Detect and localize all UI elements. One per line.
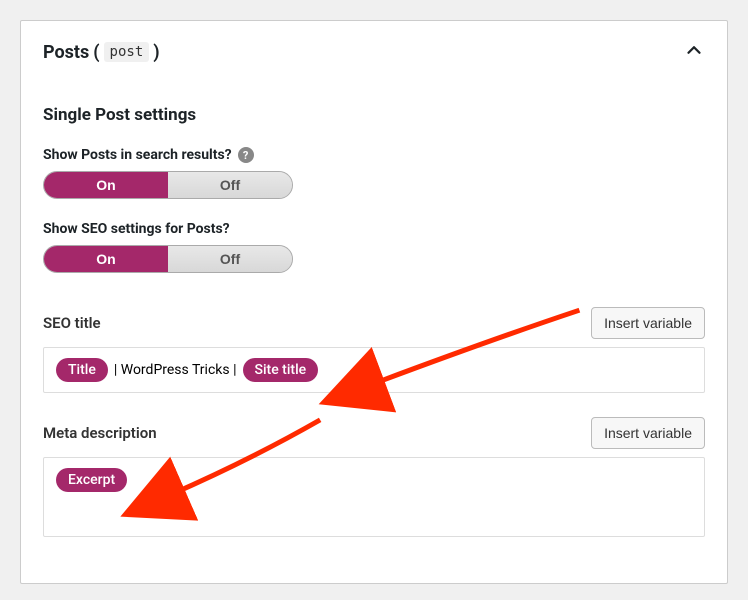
- section-title: Single Post settings: [43, 105, 705, 125]
- help-icon[interactable]: ?: [238, 147, 254, 163]
- post-type-slug: post: [104, 42, 150, 62]
- seo-title-field: SEO title Insert variable Title | WordPr…: [43, 307, 705, 393]
- show-seo-settings-toggle[interactable]: On Off: [43, 245, 293, 273]
- panel-title-text: Posts: [43, 42, 89, 63]
- seo-title-literal: | WordPress Tricks |: [114, 362, 237, 378]
- toggle-off-option[interactable]: Off: [168, 246, 292, 272]
- title-variable-pill[interactable]: Title: [56, 358, 108, 382]
- meta-description-label: Meta description: [43, 424, 157, 442]
- excerpt-variable-pill[interactable]: Excerpt: [56, 468, 127, 492]
- field-label: Show SEO settings for Posts?: [43, 221, 705, 237]
- panel-header[interactable]: Posts ( post ): [21, 21, 727, 83]
- seo-title-input[interactable]: Title | WordPress Tricks | Site title: [43, 347, 705, 393]
- site-title-variable-pill[interactable]: Site title: [243, 358, 319, 382]
- seo-title-label-row: SEO title Insert variable: [43, 307, 705, 339]
- meta-description-field: Meta description Insert variable Excerpt: [43, 417, 705, 537]
- insert-variable-button[interactable]: Insert variable: [591, 307, 705, 339]
- posts-settings-panel: Posts ( post ) Single Post settings Show…: [20, 20, 728, 584]
- panel-title: Posts ( post ): [43, 42, 160, 63]
- insert-variable-button[interactable]: Insert variable: [591, 417, 705, 449]
- show-seo-settings-label: Show SEO settings for Posts?: [43, 221, 230, 237]
- panel-body: Single Post settings Show Posts in searc…: [21, 83, 727, 583]
- show-in-search-toggle[interactable]: On Off: [43, 171, 293, 199]
- toggle-on-option[interactable]: On: [44, 246, 168, 272]
- toggle-off-option[interactable]: Off: [168, 172, 292, 198]
- toggle-on-option[interactable]: On: [44, 172, 168, 198]
- chevron-up-icon[interactable]: [683, 39, 705, 65]
- show-in-search-label: Show Posts in search results?: [43, 147, 232, 163]
- field-label: Show Posts in search results? ?: [43, 147, 705, 163]
- show-seo-settings-field: Show SEO settings for Posts? On Off: [43, 221, 705, 273]
- panel-title-paren-open: (: [93, 42, 99, 63]
- panel-title-paren-close: ): [153, 42, 159, 63]
- seo-title-label: SEO title: [43, 314, 101, 332]
- meta-desc-label-row: Meta description Insert variable: [43, 417, 705, 449]
- show-in-search-field: Show Posts in search results? ? On Off: [43, 147, 705, 199]
- meta-description-input[interactable]: Excerpt: [43, 457, 705, 537]
